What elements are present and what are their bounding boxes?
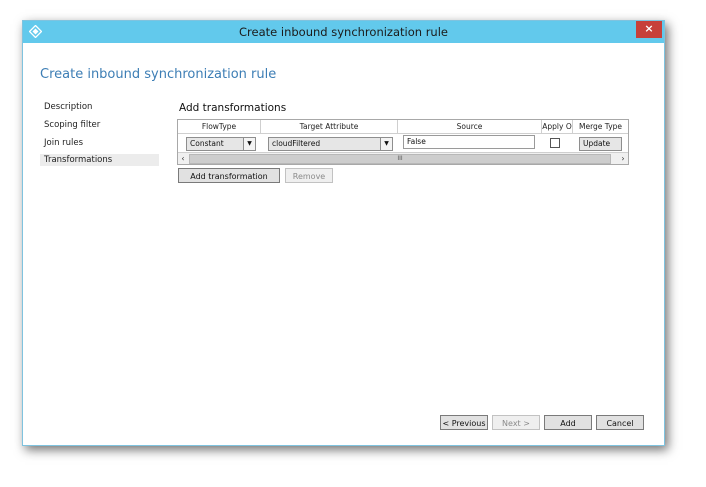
page-title: Create inbound synchronization rule <box>40 67 277 82</box>
title-bar[interactable]: Create inbound synchronization rule × <box>23 21 664 43</box>
previous-button[interactable]: < Previous <box>440 415 488 430</box>
dialog-window: Create inbound synchronization rule × Cr… <box>22 20 665 446</box>
section-title: Add transformations <box>179 102 287 114</box>
nav-item-transformations[interactable]: Transformations <box>40 154 159 166</box>
target-attribute-dropdown[interactable]: cloudFiltered ▼ <box>268 137 393 151</box>
column-header-source[interactable]: Source <box>398 120 542 134</box>
nav-item-join-rules[interactable]: Join rules <box>40 137 159 149</box>
column-header-apply-once[interactable]: Apply O <box>542 120 573 134</box>
add-transformation-button[interactable]: Add transformation <box>178 168 280 183</box>
merge-type-dropdown[interactable]: Update <box>579 137 622 151</box>
close-button[interactable]: × <box>636 21 662 38</box>
flowtype-value: Constant <box>190 139 224 148</box>
column-header-merge-type[interactable]: Merge Type <box>573 120 628 134</box>
transformations-grid: FlowType Target Attribute Source Apply O… <box>177 119 629 165</box>
next-button[interactable]: Next > <box>492 415 540 430</box>
nav-item-description[interactable]: Description <box>40 101 159 113</box>
scrollbar-thumb[interactable]: III <box>189 154 611 164</box>
column-header-flowtype[interactable]: FlowType <box>178 120 261 134</box>
apply-once-checkbox[interactable] <box>550 138 560 148</box>
column-header-target-attribute[interactable]: Target Attribute <box>261 120 398 134</box>
window-title: Create inbound synchronization rule <box>239 25 448 39</box>
close-icon: × <box>644 22 654 35</box>
flowtype-dropdown[interactable]: Constant ▼ <box>186 137 256 151</box>
cancel-button[interactable]: Cancel <box>596 415 644 430</box>
scroll-left-icon[interactable]: ‹ <box>178 153 188 164</box>
scroll-right-icon[interactable]: › <box>618 153 628 164</box>
target-attribute-value: cloudFiltered <box>272 139 321 148</box>
chevron-down-icon: ▼ <box>380 138 392 150</box>
source-input[interactable]: False <box>403 135 535 149</box>
chevron-down-icon: ▼ <box>243 138 255 150</box>
nav-item-scoping-filter[interactable]: Scoping filter <box>40 119 159 131</box>
horizontal-scrollbar[interactable]: ‹ III › <box>178 152 628 164</box>
add-button[interactable]: Add <box>544 415 592 430</box>
remove-button[interactable]: Remove <box>285 168 333 183</box>
